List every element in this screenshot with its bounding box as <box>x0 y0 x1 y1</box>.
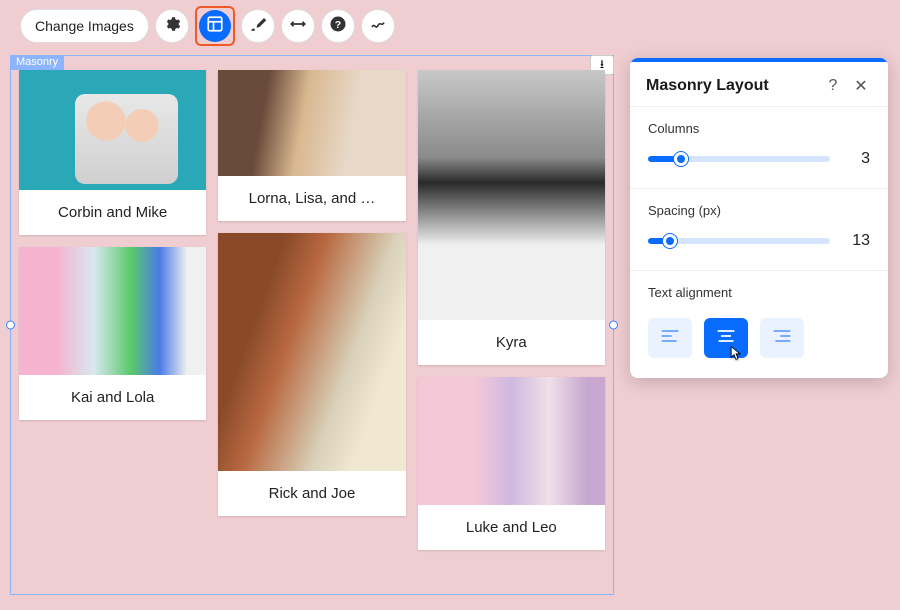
masonry-column: Kyra Luke and Leo <box>418 70 605 586</box>
layout-button[interactable] <box>195 6 235 46</box>
divider <box>630 106 888 107</box>
columns-label: Columns <box>648 121 870 136</box>
masonry-column: Lorna, Lisa, and … Rick and Joe <box>218 70 405 586</box>
slider-thumb[interactable] <box>663 234 677 248</box>
text-align-options <box>648 314 870 374</box>
help-icon: ? <box>329 15 347 38</box>
spacing-slider-row: 13 <box>648 232 870 250</box>
align-left-icon <box>660 328 680 349</box>
change-images-label: Change Images <box>35 18 134 34</box>
panel-close-button[interactable]: ✕ <box>850 76 872 96</box>
layout-icon <box>206 15 224 38</box>
help-button[interactable]: ? <box>321 9 355 43</box>
gallery-card[interactable]: Corbin and Mike <box>19 70 206 235</box>
gallery-image <box>418 377 605 505</box>
spacing-section: Spacing (px) 13 <box>630 193 888 270</box>
squiggle-icon <box>369 15 387 38</box>
align-right-button[interactable] <box>760 318 804 358</box>
columns-section: Columns 3 <box>630 111 888 188</box>
selection-tag: Masonry <box>10 55 64 70</box>
text-align-section: Text alignment <box>630 275 888 378</box>
gallery-image <box>218 233 405 471</box>
gallery-caption: Lorna, Lisa, and … <box>218 176 405 221</box>
gallery-card[interactable]: Rick and Joe <box>218 233 405 516</box>
align-center-icon <box>716 328 736 349</box>
gallery-image <box>218 70 405 176</box>
editor-toolbar: Change Images ? <box>20 6 395 46</box>
gear-icon <box>163 15 181 38</box>
resize-button[interactable] <box>281 9 315 43</box>
gallery-caption: Corbin and Mike <box>19 190 206 235</box>
masonry-column: Corbin and Mike Kai and Lola <box>19 70 206 586</box>
masonry-layout-panel: Masonry Layout ? ✕ Columns 3 Spacing (px… <box>630 58 888 378</box>
panel-header: Masonry Layout ? ✕ <box>630 62 888 106</box>
change-images-button[interactable]: Change Images <box>20 9 149 43</box>
slider-thumb[interactable] <box>674 152 688 166</box>
gallery-card[interactable]: Kai and Lola <box>19 247 206 420</box>
resize-handle-right[interactable] <box>609 321 618 330</box>
svg-text:?: ? <box>335 18 341 30</box>
gallery-caption: Luke and Leo <box>418 505 605 550</box>
help-icon: ? <box>829 77 838 94</box>
settings-button[interactable] <box>155 9 189 43</box>
gallery-card[interactable]: Lorna, Lisa, and … <box>218 70 405 221</box>
columns-slider-row: 3 <box>648 150 870 168</box>
panel-title: Masonry Layout <box>646 77 816 95</box>
animation-button[interactable] <box>361 9 395 43</box>
design-button[interactable] <box>241 9 275 43</box>
text-align-label: Text alignment <box>648 285 870 300</box>
brush-icon <box>249 15 267 38</box>
masonry-gallery-selection[interactable]: Masonry ⭳ Corbin and Mike Kai and Lola L… <box>10 55 614 595</box>
columns-slider[interactable] <box>648 156 830 162</box>
gallery-caption: Kai and Lola <box>19 375 206 420</box>
gallery-image <box>19 70 206 190</box>
columns-value: 3 <box>844 150 870 168</box>
align-left-button[interactable] <box>648 318 692 358</box>
gallery-image <box>19 247 206 375</box>
spacing-slider[interactable] <box>648 238 830 244</box>
resize-horizontal-icon <box>289 15 307 38</box>
gallery-card[interactable]: Luke and Leo <box>418 377 605 550</box>
spacing-label: Spacing (px) <box>648 203 870 218</box>
panel-help-button[interactable]: ? <box>822 77 844 95</box>
gallery-caption: Rick and Joe <box>218 471 405 516</box>
gallery-caption: Kyra <box>418 320 605 365</box>
gallery-image <box>418 70 605 320</box>
align-right-icon <box>772 328 792 349</box>
close-icon: ✕ <box>854 78 867 95</box>
align-center-button[interactable] <box>704 318 748 358</box>
spacing-value: 13 <box>844 232 870 250</box>
resize-handle-left[interactable] <box>6 321 15 330</box>
gallery-card[interactable]: Kyra <box>418 70 605 365</box>
divider <box>630 188 888 189</box>
divider <box>630 270 888 271</box>
masonry-grid: Corbin and Mike Kai and Lola Lorna, Lisa… <box>19 70 605 586</box>
